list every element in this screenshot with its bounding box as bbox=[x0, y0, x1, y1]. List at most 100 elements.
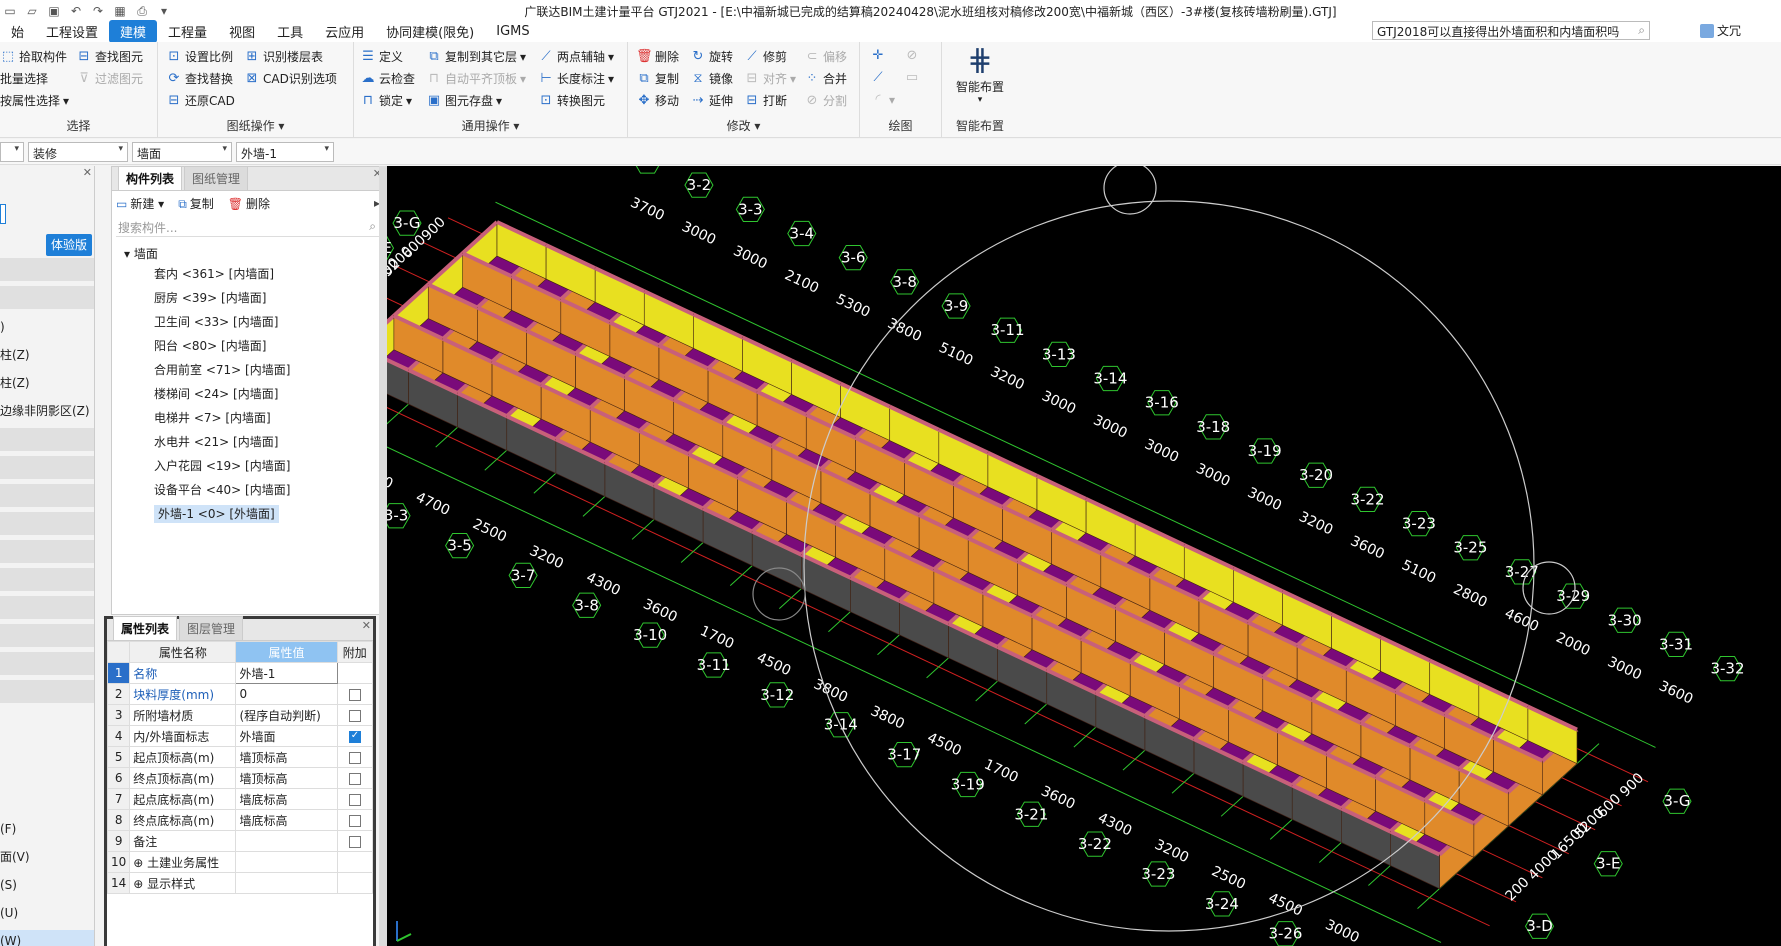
offset-button[interactable]: ⊂ 偏移 bbox=[804, 48, 847, 65]
customize-icon[interactable]: ▾ bbox=[156, 4, 172, 18]
extra-checkbox[interactable] bbox=[348, 709, 361, 722]
search-icon[interactable]: ⌕ bbox=[1638, 23, 1645, 38]
component-item[interactable]: 入户花园 <19> [内墙面] bbox=[112, 454, 384, 478]
arc-draw-button[interactable]: ◜ ▾ bbox=[870, 92, 895, 107]
component-item[interactable]: 合用前室 <71> [内墙面] bbox=[112, 358, 384, 382]
copy-component-button[interactable]: ⧉ 复制 bbox=[178, 195, 214, 212]
nav-search-input[interactable] bbox=[0, 204, 6, 224]
property-row[interactable]: 7 起点底标高(m) 墙底标高 bbox=[106, 788, 374, 810]
component-item[interactable]: 厨房 <39> [内墙面] bbox=[112, 286, 384, 310]
component-item[interactable]: 套内 <361> [内墙面] bbox=[112, 262, 384, 286]
define-button[interactable]: ☰ 定义 bbox=[360, 48, 403, 65]
extra-checkbox[interactable] bbox=[348, 793, 361, 806]
print-icon[interactable]: ⎙ bbox=[134, 4, 150, 19]
nav-row[interactable] bbox=[0, 568, 94, 591]
nav-row[interactable] bbox=[0, 652, 94, 675]
property-row[interactable]: 14 ⊕ 显示样式 bbox=[106, 872, 374, 894]
nav-row[interactable] bbox=[0, 596, 94, 619]
extra-checkbox[interactable] bbox=[348, 751, 361, 764]
menu-collab[interactable]: 协同建模(限免) bbox=[375, 20, 485, 43]
property-row[interactable]: 8 终点底标高(m) 墙底标高 bbox=[106, 809, 374, 831]
nav-row[interactable] bbox=[0, 540, 94, 563]
tab-drawing-manage[interactable]: 图纸管理 bbox=[184, 166, 249, 190]
cad-options-button[interactable]: ⊠ CAD识别选项 bbox=[244, 70, 337, 87]
auto-align-slab-button[interactable]: ⊓ 自动平齐顶板 ▾ bbox=[426, 70, 526, 87]
nav-row[interactable]: (F) bbox=[0, 818, 94, 841]
line-draw-button[interactable]: ⟋ bbox=[870, 70, 886, 85]
recognize-floor-table-button[interactable]: ⊞ 识别楼层表 bbox=[244, 48, 323, 65]
component-item[interactable]: 水电井 <21> [内墙面] bbox=[112, 430, 384, 454]
find-replace-button[interactable]: ⟳ 查找替换 bbox=[166, 70, 233, 87]
component-item[interactable]: 电梯井 <7> [内墙面] bbox=[112, 406, 384, 430]
property-row[interactable]: 2 块料厚度(mm) 0 bbox=[106, 683, 374, 705]
property-row[interactable]: 5 起点顶标高(m) 墙顶标高 bbox=[106, 746, 374, 768]
delete-button[interactable]: 🗑 删除 bbox=[636, 48, 679, 65]
smart-layout-button[interactable]: ⋕ 智能布置 ▾ bbox=[946, 44, 1014, 106]
menu-project-settings[interactable]: 工程设置 bbox=[35, 20, 109, 43]
property-value[interactable]: (程序自动判断) bbox=[235, 704, 338, 726]
building-model-view[interactable]: 3-1 3-2 3-3 3-4 3-6 3-8 3-9 3-11 3-13 3-14 3-16 3-1… bbox=[387, 166, 1781, 946]
search-icon[interactable]: ⌕ bbox=[369, 219, 376, 234]
property-row[interactable]: 10 ⊕ 土建业务属性 bbox=[106, 851, 374, 873]
menu-quantity[interactable]: 工程量 bbox=[157, 20, 218, 43]
property-row[interactable]: 1 名称 外墙-1 bbox=[106, 662, 374, 684]
merge-button[interactable]: ⁘ 合并 bbox=[804, 70, 847, 87]
property-value[interactable]: 墙顶标高 bbox=[235, 746, 338, 768]
type-combo[interactable]: 墙面 ▾ bbox=[132, 142, 232, 162]
two-point-axis-button[interactable]: ⟋ 两点辅轴 ▾ bbox=[538, 48, 614, 65]
set-scale-button[interactable]: ⊡ 设置比例 bbox=[166, 48, 233, 65]
nav-row[interactable] bbox=[0, 286, 94, 309]
nav-row[interactable]: 边缘非阴影区(Z) bbox=[0, 400, 94, 423]
component-combo[interactable]: 外墙-1 ▾ bbox=[236, 142, 334, 162]
move-button[interactable]: ✥ 移动 bbox=[636, 92, 679, 109]
nav-row[interactable]: 柱(Z) bbox=[0, 372, 94, 395]
nav-row[interactable]: 柱(Z) bbox=[0, 344, 94, 367]
property-row[interactable]: 6 终点顶标高(m) 墙顶标高 bbox=[106, 767, 374, 789]
nav-row[interactable] bbox=[0, 624, 94, 647]
panel-splitter[interactable] bbox=[379, 166, 387, 946]
nav-row[interactable] bbox=[0, 428, 94, 451]
rotate-point-button[interactable]: ⊘ bbox=[904, 48, 920, 63]
property-value[interactable] bbox=[235, 872, 338, 894]
property-value[interactable]: 外墙面 bbox=[235, 725, 338, 747]
find-element-button[interactable]: ⊟ 查找图元 bbox=[76, 48, 143, 65]
nav-row-selected[interactable]: (W) bbox=[0, 930, 94, 946]
new-file-icon[interactable]: ▭ bbox=[2, 4, 18, 18]
property-value[interactable]: 外墙-1 bbox=[235, 662, 338, 684]
property-value[interactable]: 墙底标高 bbox=[235, 809, 338, 831]
user-account[interactable]: 文冗 bbox=[1700, 22, 1741, 39]
save-element-button[interactable]: ▣ 图元存盘 ▾ bbox=[426, 92, 502, 109]
convert-element-button[interactable]: ⊡ 转换图元 bbox=[538, 92, 605, 109]
nav-row[interactable]: (S) bbox=[0, 874, 94, 897]
rotate-button[interactable]: ↻ 旋转 bbox=[690, 48, 733, 65]
component-item[interactable]: 外墙-1 <0> [外墙面] bbox=[112, 502, 384, 526]
length-dimension-button[interactable]: ⊢ 长度标注 ▾ bbox=[538, 70, 614, 87]
category-combo[interactable]: 装修 ▾ bbox=[28, 142, 128, 162]
tab-layer-manage[interactable]: 图层管理 bbox=[179, 616, 244, 640]
menu-modeling[interactable]: 建模 bbox=[109, 19, 158, 43]
rect-draw-button[interactable]: ▭ bbox=[904, 70, 920, 85]
property-value[interactable]: 墙顶标高 bbox=[235, 767, 338, 789]
nav-row[interactable]: (U) bbox=[0, 902, 94, 925]
mirror-button[interactable]: ⧖ 镜像 bbox=[690, 70, 733, 87]
copy-to-floor-button[interactable]: ⧉ 复制到其它层 ▾ bbox=[426, 48, 526, 65]
extra-checkbox[interactable] bbox=[348, 772, 361, 785]
component-item[interactable]: 设备平台 <40> [内墙面] bbox=[112, 478, 384, 502]
undo-icon[interactable]: ↶ bbox=[68, 4, 84, 18]
nav-row[interactable]: 面(V) bbox=[0, 846, 94, 869]
component-search-input[interactable]: 搜索构件... ⌕ bbox=[116, 217, 380, 237]
save-icon[interactable]: ▣ bbox=[46, 4, 62, 18]
menu-start[interactable]: 始 bbox=[0, 20, 35, 43]
menu-view[interactable]: 视图 bbox=[218, 20, 266, 43]
open-folder-icon[interactable]: ▱ bbox=[24, 4, 40, 18]
select-by-property-button[interactable]: 按属性选择 ▾ bbox=[0, 92, 69, 109]
redo-icon[interactable]: ↷ bbox=[90, 4, 106, 18]
delete-component-button[interactable]: 🗑 删除 bbox=[228, 195, 270, 212]
batch-select-button[interactable]: 批量选择 bbox=[0, 70, 48, 87]
property-row[interactable]: 9 备注 bbox=[106, 830, 374, 852]
nav-row[interactable] bbox=[0, 258, 94, 281]
floor-combo[interactable]: ▾ bbox=[0, 142, 24, 162]
nav-row[interactable] bbox=[0, 512, 94, 535]
component-item[interactable]: 阳台 <80> [内墙面] bbox=[112, 334, 384, 358]
property-row[interactable]: 3 所附墙材质 (程序自动判断) bbox=[106, 704, 374, 726]
